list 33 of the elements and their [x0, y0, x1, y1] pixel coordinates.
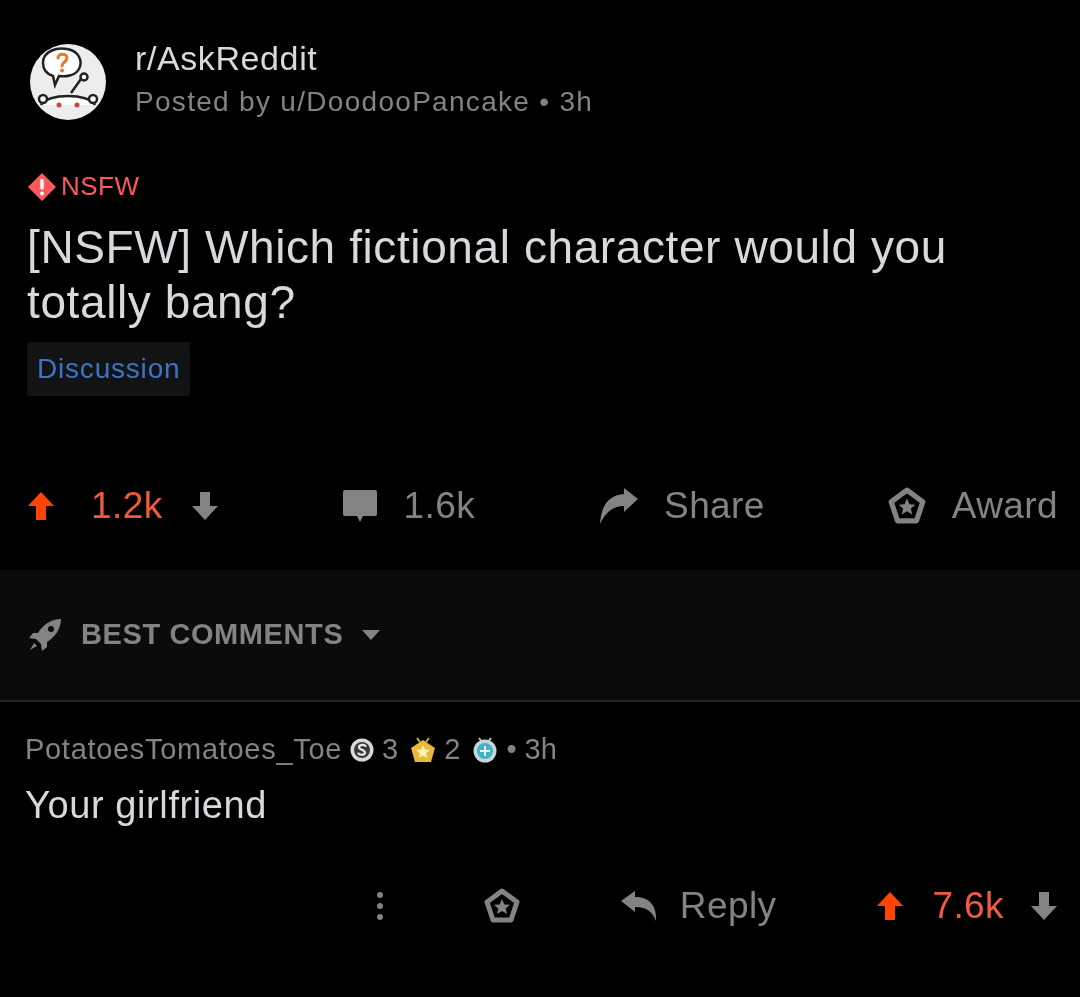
coin-award-icon: [350, 737, 375, 762]
vote-count: 7.6k: [932, 884, 1004, 929]
share-button[interactable]: Share: [598, 478, 765, 534]
more-options-icon[interactable]: [375, 891, 384, 922]
sort-dropdown[interactable]: BEST COMMENTS: [27, 613, 382, 657]
upvote-icon[interactable]: [27, 491, 55, 522]
comment-username[interactable]: PotatoesTomatoes_Toe: [25, 727, 343, 772]
award-count: 3: [382, 731, 399, 767]
warning-diamond-icon: [27, 171, 57, 202]
post-title: [NSFW] Which fictional character would you totally bang?: [27, 220, 948, 331]
award-icon: [887, 487, 926, 526]
nsfw-tag: NSFW: [61, 167, 140, 207]
flair-tag: Discussion: [27, 342, 191, 397]
upvote-icon[interactable]: [876, 891, 905, 922]
post-byline: Posted by u/DoodooPancake • 3h: [135, 85, 594, 120]
award-count: 2: [444, 731, 461, 767]
award-icon[interactable]: [483, 888, 520, 925]
downvote-icon[interactable]: [190, 491, 219, 522]
caret-icon: [361, 628, 382, 641]
subreddit-icon[interactable]: [27, 42, 109, 121]
rocket-icon: [27, 616, 63, 653]
comment-time: • 3h: [506, 731, 557, 767]
comment-text: Your girlfriend: [25, 783, 268, 829]
comments-button[interactable]: 1.6k: [341, 478, 476, 534]
round-medal-icon: [472, 736, 499, 763]
star-medal-icon: [410, 736, 437, 763]
reply-icon: [619, 890, 658, 923]
award-button[interactable]: Award: [887, 478, 1058, 534]
vote-count: 1.2k: [91, 484, 163, 529]
subreddit-name[interactable]: r/AskReddit: [135, 40, 318, 78]
downvote-icon[interactable]: [1030, 891, 1058, 922]
comment-bubble-icon: [341, 489, 378, 524]
reply-button[interactable]: Reply: [619, 878, 777, 934]
